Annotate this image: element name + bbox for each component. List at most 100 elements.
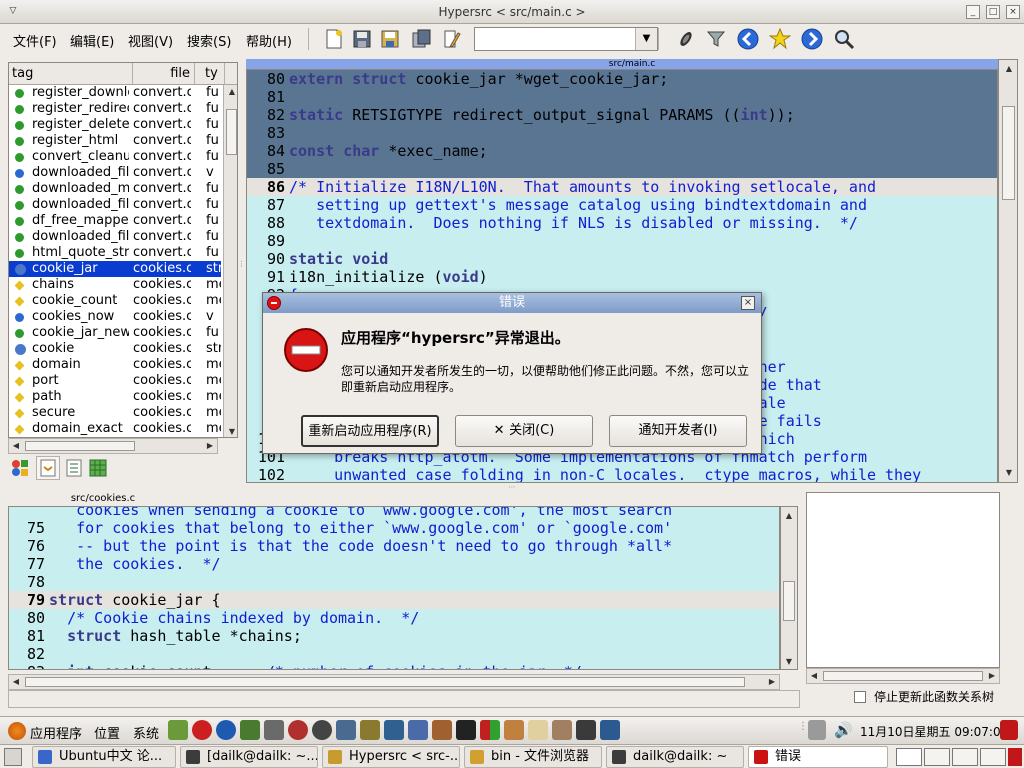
- tag-row[interactable]: cookie_count cookies.c mer: [9, 293, 221, 309]
- find-icon[interactable]: [830, 26, 858, 52]
- pin-icon[interactable]: [672, 26, 700, 52]
- workspace-3[interactable]: [952, 748, 978, 766]
- window-menu-icon[interactable]: ▽: [6, 5, 20, 19]
- volume-icon[interactable]: 🔊: [834, 720, 853, 740]
- tag-list[interactable]: tag file ty register_downlo convert.c fu re…: [8, 62, 238, 438]
- terminal-icon[interactable]: [264, 720, 284, 740]
- task-button[interactable]: Hypersrc < src-...: [322, 746, 460, 768]
- maximize-button[interactable]: □: [986, 5, 1000, 19]
- tag-row[interactable]: cookie_jar_new cookies.c fu: [9, 325, 221, 341]
- menu-view[interactable]: 视图(V): [128, 31, 173, 50]
- grid-tab-icon[interactable]: [88, 458, 108, 478]
- scrollbar-thumb[interactable]: [25, 441, 135, 451]
- scroll-right-icon[interactable]: ▶: [203, 439, 217, 453]
- copy-icon[interactable]: [408, 26, 436, 52]
- scroll-right-icon[interactable]: ▶: [765, 675, 779, 689]
- tag-row[interactable]: df_free_mapper convert.c fu: [9, 213, 221, 229]
- call-tree-hscroll[interactable]: ◀ ▶: [806, 668, 1000, 684]
- tag-row[interactable]: downloaded_mo convert.c fu: [9, 181, 221, 197]
- books-icon[interactable]: [360, 720, 380, 740]
- notify-developer-button[interactable]: 通知开发者(I): [609, 415, 747, 447]
- stop-update-checkbox[interactable]: [854, 691, 866, 703]
- main-code-vscroll[interactable]: ▲ ▼: [998, 59, 1018, 483]
- task-button[interactable]: Ubuntu中文 论...: [32, 746, 176, 768]
- call-tree-panel[interactable]: [806, 492, 1000, 668]
- monitor-icon[interactable]: [336, 720, 356, 740]
- save-icon[interactable]: [348, 26, 376, 52]
- tag-row[interactable]: html_quote_stri convert.c fu: [9, 245, 221, 261]
- tag-row[interactable]: secure cookies.c mer: [9, 405, 221, 421]
- menu-file[interactable]: 文件(F): [13, 31, 57, 50]
- tag-row[interactable]: register_delete_ convert.c fu: [9, 117, 221, 133]
- column-tag[interactable]: tag: [9, 63, 133, 85]
- settings-icon[interactable]: [432, 720, 452, 740]
- scrollbar-thumb[interactable]: [823, 671, 983, 681]
- dialog-titlebar[interactable]: 错误 ×: [263, 293, 761, 313]
- tag-list-vscroll[interactable]: ▲ ▼: [223, 85, 237, 437]
- new-file-icon[interactable]: [320, 26, 348, 52]
- forward-icon[interactable]: [798, 26, 826, 52]
- tag-row[interactable]: port cookies.c mer: [9, 373, 221, 389]
- window-titlebar[interactable]: Hypersrc < src/main.c > ▽ _ □ ×: [0, 0, 1024, 24]
- cookie-code-view[interactable]: cookies when sending a cookie to `www.go…: [8, 506, 780, 670]
- scroll-left-icon[interactable]: ◀: [9, 675, 23, 689]
- save-all-icon[interactable]: [376, 26, 404, 52]
- tag-row[interactable]: domain cookies.c mer: [9, 357, 221, 373]
- scroll-left-icon[interactable]: ◀: [9, 439, 23, 453]
- tag-row[interactable]: domain_exact cookies.c mer: [9, 421, 221, 437]
- scroll-down-icon[interactable]: ▼: [782, 655, 796, 669]
- filter-icon[interactable]: [702, 26, 730, 52]
- panel-menu-applications[interactable]: 应用程序: [30, 723, 82, 742]
- menu-help[interactable]: 帮助(H): [246, 31, 292, 50]
- scroll-down-icon[interactable]: ▼: [1002, 466, 1016, 480]
- back-icon[interactable]: [734, 26, 762, 52]
- show-desktop-icon[interactable]: [4, 748, 22, 766]
- task-button[interactable]: bin - 文件浏览器: [464, 746, 602, 768]
- browser-icon[interactable]: [216, 720, 236, 740]
- shapes-icon[interactable]: [10, 458, 30, 478]
- scrollbar-thumb[interactable]: [1002, 106, 1015, 200]
- tag-list-hscroll[interactable]: ◀ ▶: [8, 438, 218, 454]
- workspace-4[interactable]: [980, 748, 1006, 766]
- scroll-down-icon[interactable]: ▼: [225, 425, 237, 437]
- panel-menu-places[interactable]: 位置: [94, 723, 120, 742]
- menu-edit[interactable]: 编辑(E): [70, 31, 114, 50]
- column-type[interactable]: ty: [195, 63, 225, 85]
- panel-menu-system[interactable]: 系统: [133, 723, 159, 742]
- scroll-up-icon[interactable]: ▲: [1002, 62, 1016, 76]
- tag-row[interactable]: cookie cookies.c str: [9, 341, 221, 357]
- color-icon[interactable]: [480, 720, 500, 740]
- task-button[interactable]: [dailk@dailk: ~...: [180, 746, 318, 768]
- search-combo[interactable]: ▼: [474, 27, 658, 51]
- list-tab-icon[interactable]: [64, 458, 84, 478]
- trash-icon[interactable]: [1008, 748, 1022, 766]
- pane-grip[interactable]: ⋮: [238, 260, 246, 274]
- chart-icon[interactable]: [384, 720, 404, 740]
- minimize-button[interactable]: _: [966, 5, 980, 19]
- scrollbar-thumb[interactable]: [783, 581, 795, 621]
- tag-row[interactable]: cookies_now cookies.c v: [9, 309, 221, 325]
- tag-row[interactable]: register_downlo convert.c fu: [9, 85, 221, 101]
- tag-row[interactable]: register_html convert.c fu: [9, 133, 221, 149]
- power-icon[interactable]: [1000, 720, 1018, 740]
- tag-row[interactable]: downloaded_file convert.c v: [9, 165, 221, 181]
- notes-icon[interactable]: [528, 720, 548, 740]
- scrollbar-thumb[interactable]: [226, 109, 237, 155]
- tools-icon[interactable]: [240, 720, 260, 740]
- bookmark-star-icon[interactable]: [766, 26, 794, 52]
- launcher-icon[interactable]: [168, 720, 188, 740]
- screen-icon[interactable]: [600, 720, 620, 740]
- stop-update-toggle[interactable]: 停止更新此函数关系树: [854, 690, 1022, 706]
- bug-icon[interactable]: [576, 720, 596, 740]
- restart-button[interactable]: 重新启动应用程序(R): [301, 415, 439, 447]
- scrollbar-thumb[interactable]: [25, 677, 745, 687]
- tag-row[interactable]: cookie_jar cookies.c str: [9, 261, 221, 277]
- ubuntu-logo-icon[interactable]: [8, 722, 26, 740]
- tag-row[interactable]: path cookies.c mer: [9, 389, 221, 405]
- tag-row[interactable]: downloaded_file convert.c fu: [9, 229, 221, 245]
- cookie-code-vscroll[interactable]: ▲ ▼: [780, 506, 798, 670]
- chevron-down-icon[interactable]: ▼: [635, 28, 657, 50]
- network-icon[interactable]: [408, 720, 428, 740]
- task-button[interactable]: dailk@dailk: ~: [606, 746, 744, 768]
- pane-grip[interactable]: ⋯: [504, 483, 520, 491]
